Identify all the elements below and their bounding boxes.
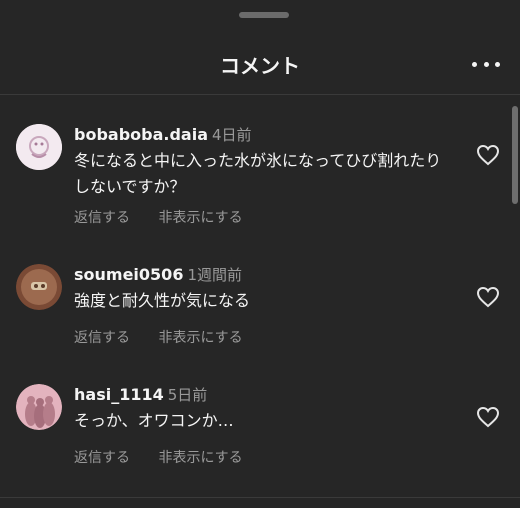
comment-username[interactable]: soumei0506 1週間前	[74, 264, 242, 285]
reply-button[interactable]: 返信する	[74, 210, 130, 226]
hide-button[interactable]: 非表示にする	[158, 330, 242, 346]
comment-username[interactable]: bobaboba.daia 4日前	[74, 124, 252, 145]
comment-time: 5日前	[167, 386, 208, 404]
comment-actions: 返信する 非表示にする	[74, 447, 267, 467]
like-heart-icon[interactable]	[476, 286, 500, 308]
like-heart-icon[interactable]	[476, 144, 500, 166]
more-icon[interactable]	[472, 52, 500, 76]
avatar[interactable]	[16, 124, 62, 170]
comment-time: 1週間前	[187, 266, 242, 284]
comment-item: bobaboba.daia 4日前 冬になると中に入った水が氷になってひび割れたり…	[0, 124, 505, 244]
reply-button[interactable]: 返信する	[74, 450, 130, 466]
scrollbar[interactable]	[512, 106, 518, 204]
comment-actions: 返信する 非表示にする	[74, 207, 267, 227]
comment-item: soumei0506 1週間前 強度と耐久性が気になる 返信する 非表示にする	[0, 264, 505, 384]
comments-header: コメント	[0, 36, 520, 95]
page-title: コメント	[220, 54, 300, 78]
comment-text: 強度と耐久性が気になる	[74, 291, 251, 310]
comment-username[interactable]: hasi_1114 5日前	[74, 384, 207, 405]
comment-text: そっか、オワコンか…	[74, 411, 234, 430]
comment-item: hasi_1114 5日前 そっか、オワコンか… 返信する 非表示にする	[0, 384, 505, 504]
comment-time: 4日前	[212, 126, 252, 144]
like-heart-icon[interactable]	[476, 406, 500, 428]
comment-text: 冬になると中に入った水が氷になってひび割れたりしないですか？	[74, 151, 442, 196]
hide-button[interactable]: 非表示にする	[158, 450, 242, 466]
avatar[interactable]	[16, 264, 62, 310]
sheet-grabber[interactable]	[239, 12, 289, 18]
reply-button[interactable]: 返信する	[74, 330, 130, 346]
divider	[0, 497, 520, 498]
avatar[interactable]	[16, 384, 62, 430]
hide-button[interactable]: 非表示にする	[158, 210, 242, 226]
comment-actions: 返信する 非表示にする	[74, 327, 267, 347]
